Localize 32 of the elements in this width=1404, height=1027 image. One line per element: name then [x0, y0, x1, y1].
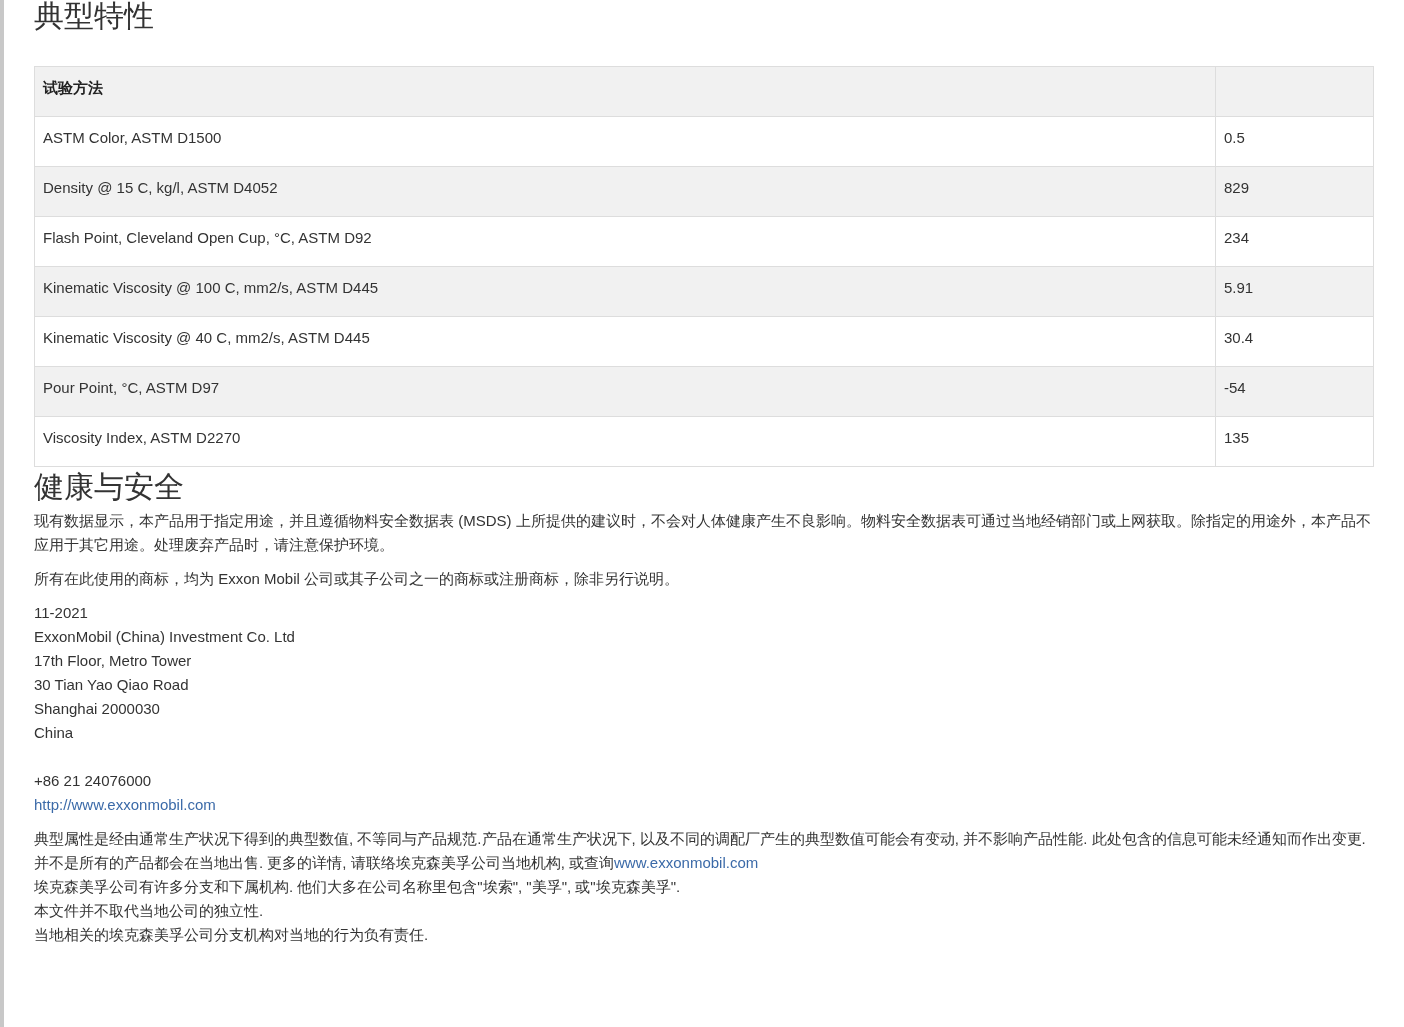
- value-cell: 135: [1215, 416, 1374, 467]
- value-cell: 829: [1215, 166, 1374, 217]
- address-line: 17th Floor, Metro Tower: [34, 651, 193, 671]
- property-cell: Kinematic Viscosity @ 100 C, mm2/s, ASTM D445: [34, 266, 1216, 317]
- value-cell: 5.91: [1215, 266, 1374, 317]
- value-cell: -54: [1215, 366, 1374, 417]
- address-line: 11-2021: [34, 603, 89, 623]
- value-cell: 234: [1215, 216, 1374, 267]
- property-cell: ASTM Color, ASTM D1500: [34, 116, 1216, 167]
- disclaimer-text: 典型属性是经由通常生产状况下得到的典型数值, 不等同与产品规范.产品在通常生产状况下, 以及不同的调配厂产生的典型数值可能会有变动, 并不影响产品性能. 此处包含的信息可能未经通知而作出变更. 并不是所有的产品都会在当地出售. 更多的详情, 请联络埃克森美孚公司当地机构, 或查询www.exxonmobil.com: [34, 829, 1367, 873]
- property-cell: Flash Point, Cleveland Open Cup, °C, ASTM D92: [34, 216, 1216, 267]
- website-link[interactable]: http://www.exxonmobil.com: [34, 796, 216, 813]
- section-heading: 典型特性: [34, 0, 155, 32]
- disclaimer-line: 本文件并不取代当地公司的独立性.: [34, 901, 265, 921]
- website-link[interactable]: www.exxonmobil.com: [614, 854, 759, 871]
- address-line: 30 Tian Yao Qiao Road: [34, 675, 190, 695]
- property-cell: Viscosity Index, ASTM D2270: [34, 416, 1216, 467]
- property-cell: Kinematic Viscosity @ 40 C, mm2/s, ASTM D445: [34, 316, 1216, 367]
- section-heading: 健康与安全: [34, 471, 185, 503]
- address-line: China: [34, 723, 75, 743]
- address-line: Shanghai 2000030: [34, 699, 161, 719]
- value-cell: 30.4: [1215, 316, 1374, 367]
- address-line: ExxonMobil (China) Investment Co. Ltd: [34, 627, 296, 647]
- paragraph: 现有数据显示，本产品用于指定用途，并且遵循物料安全数据表 (MSDS) 上所提供的建议时，不会对人体健康产生不良影响。物料安全数据表可通过当地经销部门或上网获取。除指定的用途外，本产品不应用于其它用途。处理废弃产品时，请注意保护环境。: [34, 511, 1372, 555]
- paragraph: 所有在此使用的商标，均为 Exxon Mobil 公司或其子公司之一的商标或注册商标，除非另行说明。: [34, 569, 681, 589]
- disclaimer-line: 当地相关的埃克森美孚公司分支机构对当地的行为负有责任.: [34, 925, 430, 945]
- value-cell: 0.5: [1215, 116, 1374, 167]
- phone-number: +86 21 24076000: [34, 771, 153, 791]
- disclaimer-line: 埃克森美孚公司有许多分支和下属机构. 他们大多在公司名称里包含"埃索", "美孚", 或"埃克森美孚".: [34, 877, 682, 897]
- property-cell: Pour Point, °C, ASTM D97: [34, 366, 1216, 417]
- column-header: 试验方法: [34, 66, 1216, 117]
- property-cell: Density @ 15 C, kg/l, ASTM D4052: [34, 166, 1216, 217]
